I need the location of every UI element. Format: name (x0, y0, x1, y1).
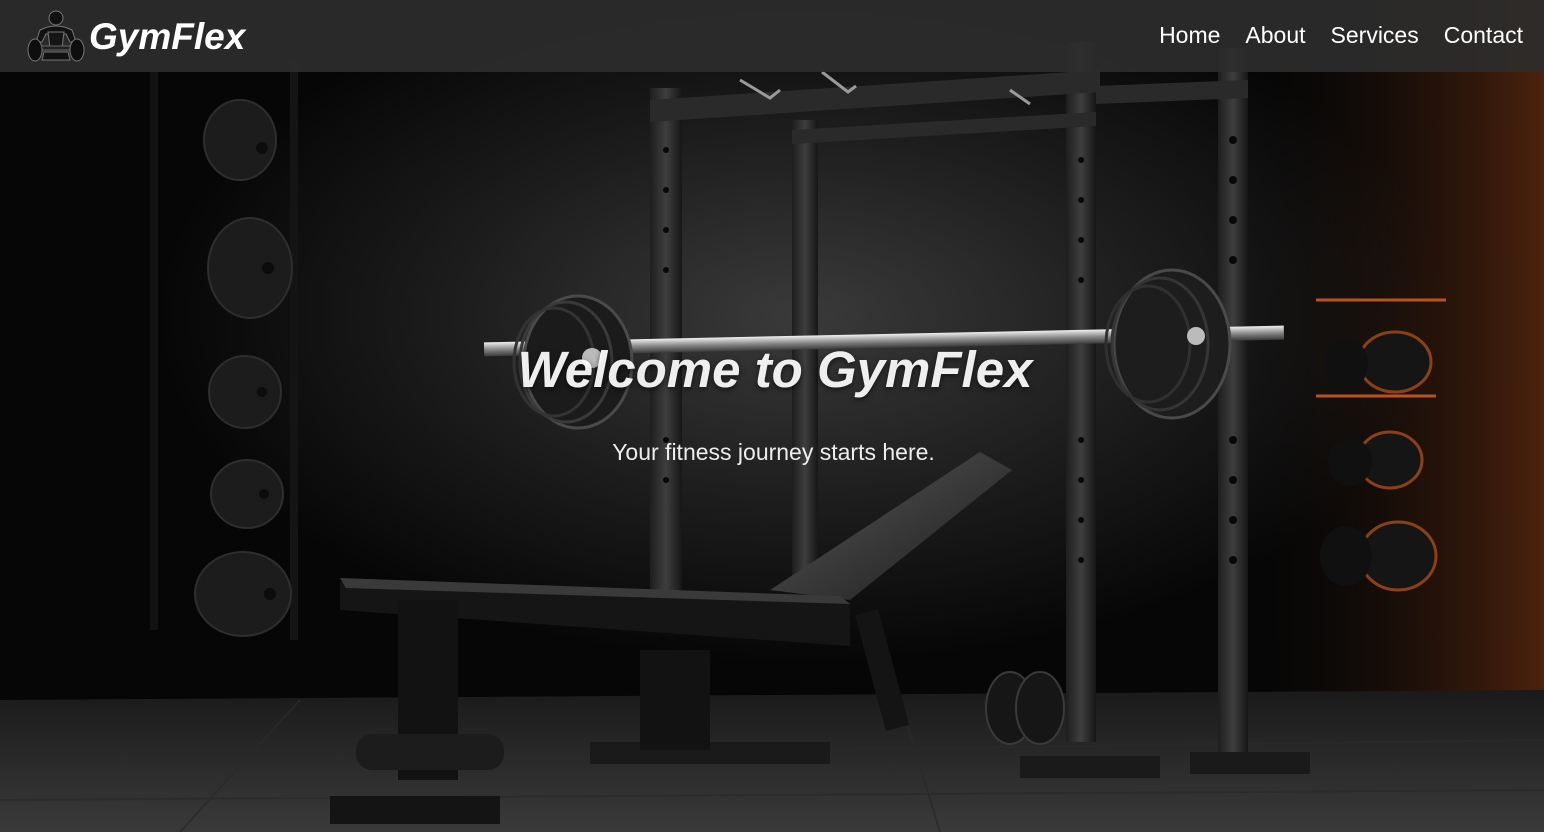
navbar: GymFlex Home About Services Contact (0, 0, 1544, 72)
hero-title: Welcome to GymFlex (517, 341, 1033, 398)
brand-name: GymFlex (89, 15, 246, 57)
nav-link-contact[interactable]: Contact (1444, 21, 1523, 49)
weightlifter-icon (27, 10, 85, 62)
brand[interactable]: GymFlex (26, 6, 245, 66)
hero: Welcome to GymFlex Your fitness journey … (0, 338, 1544, 466)
page: GymFlex Home About Services Contact Welc… (0, 0, 1544, 832)
nav-link-about[interactable]: About (1245, 21, 1305, 49)
nav-links: Home About Services Contact (1159, 21, 1523, 49)
nav-link-services[interactable]: Services (1331, 21, 1419, 49)
nav-link-home[interactable]: Home (1159, 21, 1220, 49)
hero-subtitle: Your fitness journey starts here. (612, 439, 935, 465)
